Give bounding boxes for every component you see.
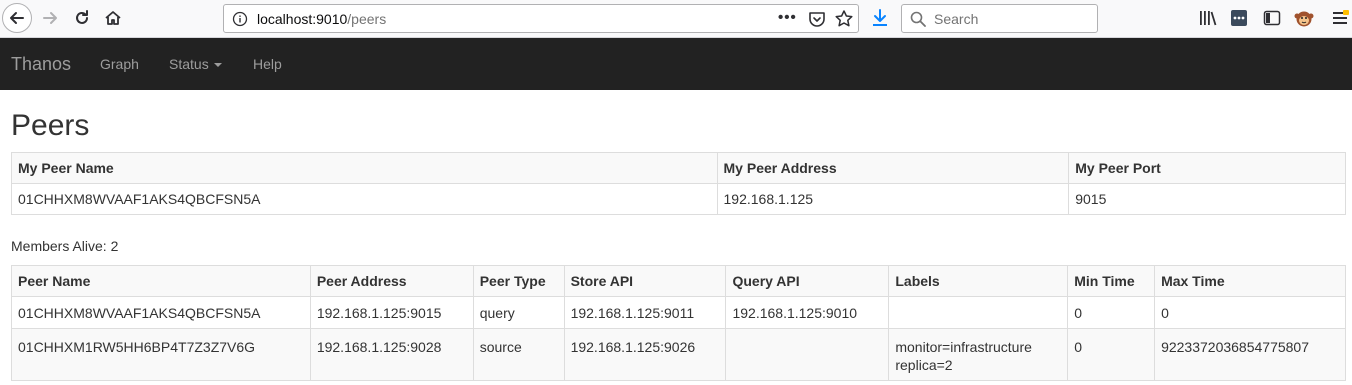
my-peer-port: 9015 [1068, 183, 1346, 215]
peers-table: Peer Name Peer Address Peer Type Store A… [11, 265, 1346, 381]
members-alive-count: Members Alive: 2 [11, 238, 119, 254]
header-min-time: Min Time [1067, 265, 1156, 297]
search-placeholder: Search [934, 11, 979, 27]
forward-arrow-icon[interactable] [38, 5, 62, 31]
table-row: 01CHHXM8WVAAF1AKS4QBCFSN5A 192.168.1.125… [11, 183, 1346, 215]
peer-min-time: 0 [1067, 328, 1156, 381]
search-icon [910, 11, 926, 32]
header-labels: Labels [888, 265, 1069, 297]
peer-query-api: 192.168.1.125:9010 [725, 296, 890, 329]
table-row: 01CHHXM8WVAAF1AKS4QBCFSN5A 192.168.1.125… [11, 296, 1346, 329]
download-icon[interactable] [869, 6, 891, 30]
header-peer-name: Peer Name [11, 265, 311, 297]
back-arrow-icon[interactable] [2, 3, 32, 33]
header-max-time: Max Time [1154, 265, 1346, 297]
peer-store-api: 192.168.1.125:9011 [563, 296, 727, 329]
my-peer-name: 01CHHXM8WVAAF1AKS4QBCFSN5A [11, 183, 718, 215]
nav-graph-link[interactable]: Graph [100, 56, 139, 72]
nav-help-link[interactable]: Help [253, 56, 282, 72]
peer-address: 192.168.1.125:9028 [309, 328, 474, 381]
peer-max-time: 0 [1154, 296, 1346, 329]
peer-labels: monitor=infrastructure replica=2 [888, 328, 1069, 381]
header-query-api: Query API [725, 265, 890, 297]
library-icon[interactable] [1197, 6, 1219, 30]
peer-type: query [472, 296, 565, 329]
browser-toolbar: localhost:9010/peers ••• Search [0, 0, 1352, 38]
home-icon[interactable] [101, 5, 125, 31]
nav-status-dropdown[interactable]: Status [169, 56, 222, 72]
info-icon[interactable] [232, 11, 248, 27]
pocket-icon[interactable] [808, 10, 826, 33]
peer-store-api: 192.168.1.125:9026 [563, 328, 727, 381]
url-bar[interactable]: localhost:9010/peers ••• [223, 4, 859, 33]
header-peer-address: Peer Address [309, 265, 474, 297]
reload-icon[interactable] [70, 5, 94, 31]
star-icon[interactable] [834, 9, 854, 34]
header-my-peer-name: My Peer Name [11, 152, 718, 184]
peer-query-api [725, 328, 890, 381]
table-row: 01CHHXM1RW5HH6BP4T7Z3Z7V6G 192.168.1.125… [11, 328, 1346, 381]
my-peer-address: 192.168.1.125 [716, 183, 1070, 215]
label-monitor: monitor=infrastructure [895, 339, 1032, 355]
header-my-peer-port: My Peer Port [1068, 152, 1346, 184]
search-bar[interactable]: Search [901, 4, 1098, 33]
header-peer-type: Peer Type [472, 265, 565, 297]
more-dots-icon[interactable]: ••• [778, 9, 797, 26]
app-navbar: Thanos Graph Status Help [0, 38, 1352, 90]
self-peer-table: My Peer Name My Peer Address My Peer Por… [11, 152, 1346, 215]
label-replica: replica=2 [895, 357, 953, 373]
extension-icon[interactable] [1230, 8, 1248, 28]
peer-max-time: 9223372036854775807 [1154, 328, 1346, 381]
url-path: /peers [347, 11, 387, 27]
peer-name: 01CHHXM8WVAAF1AKS4QBCFSN5A [11, 296, 311, 329]
nav-status-label: Status [169, 56, 209, 72]
url-host: localhost:9010 [257, 11, 348, 27]
peer-name: 01CHHXM1RW5HH6BP4T7Z3Z7V6G [11, 328, 311, 381]
caret-down-icon [213, 63, 222, 68]
url-text[interactable]: localhost:9010/peers [257, 11, 386, 27]
peer-type: source [472, 328, 565, 381]
monkey-extension-icon[interactable] [1294, 7, 1314, 29]
sidebar-icon[interactable] [1262, 6, 1282, 30]
peer-address: 192.168.1.125:9015 [309, 296, 474, 329]
header-store-api: Store API [563, 265, 727, 297]
peer-min-time: 0 [1067, 296, 1156, 329]
page-title: Peers [11, 109, 90, 142]
brand-logo[interactable]: Thanos [11, 54, 71, 75]
hamburger-menu-icon[interactable] [1330, 6, 1350, 30]
peer-labels [888, 296, 1069, 329]
header-my-peer-address: My Peer Address [716, 152, 1070, 184]
